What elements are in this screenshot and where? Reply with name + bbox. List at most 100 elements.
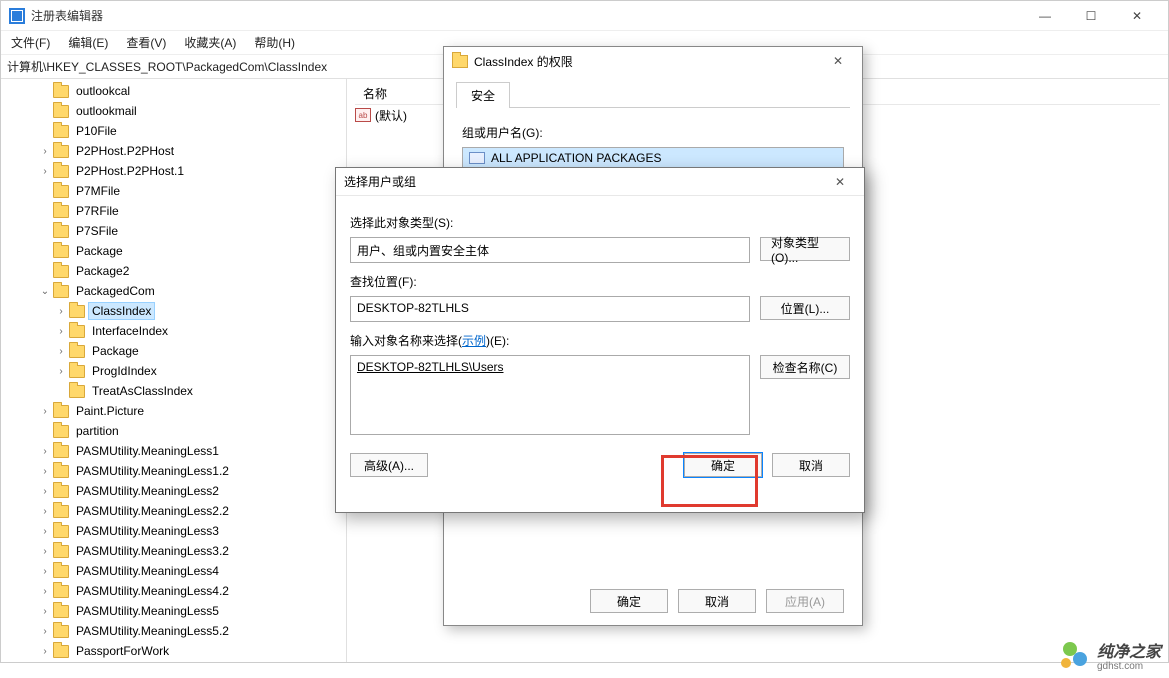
minimize-button[interactable]: — bbox=[1022, 1, 1068, 31]
tree-item-PASMUtility.MeaningLess4[interactable]: › PASMUtility.MeaningLess4 bbox=[7, 561, 346, 581]
expander-icon[interactable]: › bbox=[39, 526, 51, 537]
menu-view[interactable]: 查看(V) bbox=[120, 32, 172, 53]
tree-item-P2PHost.P2PHost[interactable]: ›P2PHost.P2PHost bbox=[7, 141, 346, 161]
tree-item-PASMUtility.MeaningLess5[interactable]: › PASMUtility.MeaningLess5 bbox=[7, 601, 346, 621]
tree-item-label: PASMUtility.MeaningLess4 bbox=[73, 563, 222, 579]
tree-item-Paint.Picture[interactable]: ›Paint.Picture bbox=[7, 401, 346, 421]
tree-item-Package2[interactable]: Package2 bbox=[7, 261, 346, 281]
folder-icon bbox=[53, 445, 69, 458]
tree-item-PassportForWork[interactable]: ›PassportForWork bbox=[7, 641, 346, 661]
folder-icon bbox=[53, 185, 69, 198]
tree-item-P10File[interactable]: P10File bbox=[7, 121, 346, 141]
tree-item-PackagedCom[interactable]: ⌄PackagedCom bbox=[7, 281, 346, 301]
expander-icon[interactable]: › bbox=[39, 146, 51, 157]
select-user-close-button[interactable]: ✕ bbox=[824, 175, 856, 189]
permissions-cancel-button[interactable]: 取消 bbox=[678, 589, 756, 613]
tree-item-PASMUtility.MeaningLess3.2[interactable]: › PASMUtility.MeaningLess3.2 bbox=[7, 541, 346, 561]
value-name: (默认) bbox=[375, 107, 407, 124]
tree-item-PASMUtility.MeaningLess3[interactable]: ›PASMUtility.MeaningLess3 bbox=[7, 521, 346, 541]
locations-button[interactable]: 位置(L)... bbox=[760, 296, 850, 320]
tree-item-label: PASMUtility.MeaningLess5.2 bbox=[73, 623, 232, 639]
tab-row: 安全 bbox=[456, 81, 850, 108]
folder-icon bbox=[53, 225, 69, 238]
registry-tree[interactable]: outlookcaloutlookmailP10File›P2PHost.P2P… bbox=[1, 79, 347, 662]
expander-icon[interactable]: › bbox=[39, 566, 51, 577]
tree-item-PASMUtility.MeaningLess1[interactable]: ›PASMUtility.MeaningLess1 bbox=[7, 441, 346, 461]
expander-icon[interactable]: › bbox=[39, 166, 51, 177]
tree-item-P2PHost.P2PHost.1[interactable]: ›P2PHost.P2PHost.1 bbox=[7, 161, 346, 181]
tree-item-PASMUtility.MeaningLess4.2[interactable]: › PASMUtility.MeaningLess4.2 bbox=[7, 581, 346, 601]
tree-item-label: PASMUtility.MeaningLess3.2 bbox=[73, 543, 232, 559]
tree-item-label: PASMUtility.MeaningLess5 bbox=[73, 603, 222, 619]
tree-item-outlookmail[interactable]: outlookmail bbox=[7, 101, 346, 121]
tree-item-PASMUtility.MeaningLess1.2[interactable]: ›PASMUtility.MeaningLess1.2 bbox=[7, 461, 346, 481]
menu-help[interactable]: 帮助(H) bbox=[248, 32, 301, 53]
tree-item-TreatAsClassIndex[interactable]: TreatAsClassIndex bbox=[7, 381, 346, 401]
select-user-cancel-button[interactable]: 取消 bbox=[772, 453, 850, 477]
tree-item-PASMUtility.MeaningLess2[interactable]: ›PASMUtility.MeaningLess2 bbox=[7, 481, 346, 501]
expander-icon[interactable]: › bbox=[39, 506, 51, 517]
tree-item-ProgIdIndex[interactable]: ›ProgIdIndex bbox=[7, 361, 346, 381]
group-item[interactable]: ALL APPLICATION PACKAGES bbox=[463, 148, 843, 168]
permissions-ok-button[interactable]: 确定 bbox=[590, 589, 668, 613]
groups-label: 组或用户名(G): bbox=[462, 124, 844, 141]
object-types-button[interactable]: 对象类型(O)... bbox=[760, 237, 850, 261]
expander-icon[interactable]: › bbox=[39, 486, 51, 497]
advanced-button[interactable]: 高级(A)... bbox=[350, 453, 428, 477]
select-user-ok-button[interactable]: 确定 bbox=[684, 453, 762, 477]
folder-icon bbox=[69, 325, 85, 338]
expander-icon[interactable]: › bbox=[55, 326, 67, 337]
check-names-button[interactable]: 检查名称(C) bbox=[760, 355, 850, 379]
string-value-icon: ab bbox=[355, 108, 371, 122]
expander-icon[interactable]: › bbox=[39, 406, 51, 417]
expander-icon[interactable]: ⌄ bbox=[39, 286, 51, 297]
expander-icon[interactable]: › bbox=[55, 346, 67, 357]
tree-item-Package[interactable]: Package bbox=[7, 241, 346, 261]
menu-favorites[interactable]: 收藏夹(A) bbox=[178, 32, 242, 53]
expander-icon[interactable]: › bbox=[39, 546, 51, 557]
folder-icon bbox=[53, 425, 69, 438]
tree-item-P7SFile[interactable]: P7SFile bbox=[7, 221, 346, 241]
expander-icon[interactable]: › bbox=[55, 306, 67, 317]
tree-item-outlookcal[interactable]: outlookcal bbox=[7, 81, 346, 101]
close-button[interactable]: ✕ bbox=[1114, 1, 1160, 31]
tree-item-ClassIndex[interactable]: ›ClassIndex bbox=[7, 301, 346, 321]
tree-item-P7RFile[interactable]: P7RFile bbox=[7, 201, 346, 221]
select-user-body: 选择此对象类型(S): 用户、组或内置安全主体 对象类型(O)... 查找位置(… bbox=[336, 196, 864, 487]
watermark-logo-icon bbox=[1059, 642, 1091, 674]
folder-icon bbox=[53, 545, 69, 558]
tree-item-InterfaceIndex[interactable]: ›InterfaceIndex bbox=[7, 321, 346, 341]
tree-item-PASMUtility.MeaningLess2.2[interactable]: ›PASMUtility.MeaningLess2.2 bbox=[7, 501, 346, 521]
expander-icon[interactable]: › bbox=[55, 366, 67, 377]
select-user-title: 选择用户或组 bbox=[344, 173, 824, 190]
permissions-close-button[interactable]: ✕ bbox=[822, 54, 854, 68]
tree-item-label: Package2 bbox=[73, 263, 132, 279]
menu-file[interactable]: 文件(F) bbox=[5, 32, 56, 53]
menu-edit[interactable]: 编辑(E) bbox=[62, 32, 114, 53]
object-type-field[interactable]: 用户、组或内置安全主体 bbox=[350, 237, 750, 263]
object-names-field[interactable]: DESKTOP-82TLHLS\Users bbox=[350, 355, 750, 435]
tree-item-Package[interactable]: ›Package bbox=[7, 341, 346, 361]
tree-item-label: outlookmail bbox=[73, 103, 140, 119]
permissions-apply-button[interactable]: 应用(A) bbox=[766, 589, 844, 613]
tree-item-label: PASMUtility.MeaningLess4.2 bbox=[73, 583, 232, 599]
expander-icon[interactable]: › bbox=[39, 446, 51, 457]
folder-icon bbox=[53, 565, 69, 578]
enter-names-label: 输入对象名称来选择(示例)(E): bbox=[350, 332, 850, 349]
select-user-dialog: 选择用户或组 ✕ 选择此对象类型(S): 用户、组或内置安全主体 对象类型(O)… bbox=[335, 167, 865, 513]
tree-item-P7MFile[interactable]: P7MFile bbox=[7, 181, 346, 201]
example-link[interactable]: 示例 bbox=[462, 334, 486, 348]
expander-icon[interactable]: › bbox=[39, 606, 51, 617]
folder-icon bbox=[69, 345, 85, 358]
object-type-row: 用户、组或内置安全主体 对象类型(O)... bbox=[350, 237, 850, 263]
expander-icon[interactable]: › bbox=[39, 586, 51, 597]
group-icon bbox=[469, 152, 485, 164]
expander-icon[interactable]: › bbox=[39, 466, 51, 477]
maximize-button[interactable]: ☐ bbox=[1068, 1, 1114, 31]
tree-item-partition[interactable]: partition bbox=[7, 421, 346, 441]
expander-icon[interactable]: › bbox=[39, 646, 51, 657]
tab-security[interactable]: 安全 bbox=[456, 82, 510, 108]
tree-item-PASMUtility.MeaningLess5.2[interactable]: › PASMUtility.MeaningLess5.2 bbox=[7, 621, 346, 641]
expander-icon[interactable]: › bbox=[39, 626, 51, 637]
location-field[interactable]: DESKTOP-82TLHLS bbox=[350, 296, 750, 322]
